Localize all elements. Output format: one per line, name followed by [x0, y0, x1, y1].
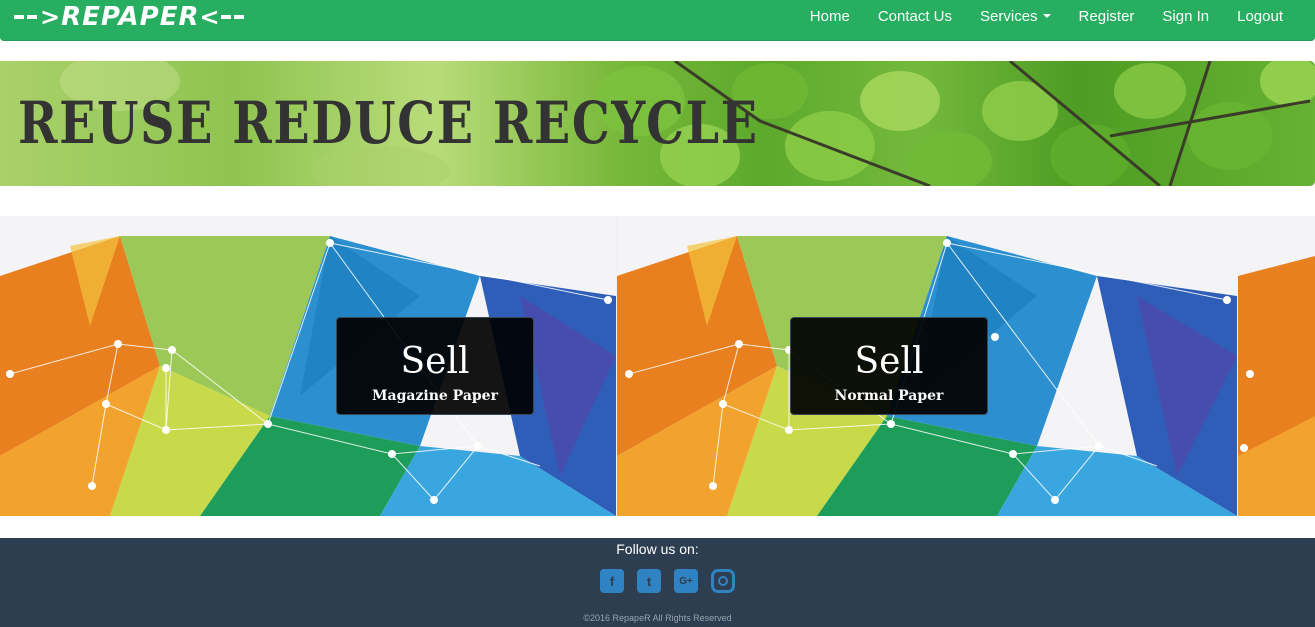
brand-name: REPAPER [61, 2, 200, 32]
brand-logo[interactable]: > REPAPER < [14, 0, 247, 34]
logo-arrow: > [40, 3, 62, 31]
copyright: ©2016 RepapeR All Rights Reserved [583, 613, 732, 623]
nav-signin[interactable]: Sign In [1148, 8, 1223, 25]
sell-title: Sell [400, 341, 470, 382]
banner-title: REUSE REDUCE RECYCLE [18, 89, 759, 157]
logo-dash [14, 15, 24, 19]
google-plus-icon[interactable]: G+ [674, 569, 698, 593]
nav-logout[interactable]: Logout [1223, 8, 1315, 25]
instagram-icon[interactable] [711, 569, 735, 593]
sell-title: Sell [854, 341, 924, 382]
twitter-icon[interactable]: t [637, 569, 661, 593]
poly-art-background [1238, 216, 1315, 516]
logo-arrow: < [199, 3, 221, 31]
nav-services-label: Services [980, 7, 1038, 25]
nav-contact[interactable]: Contact Us [864, 8, 966, 25]
logo-dash [233, 15, 244, 19]
follow-label: Follow us on: [616, 541, 699, 557]
main-nav: Home Contact Us Services Register Sign I… [796, 0, 1315, 32]
footer: Follow us on: f t G+ ©2016 RepapeR All R… [0, 538, 1315, 627]
navbar: > REPAPER < Home Contact Us Services Reg… [0, 0, 1315, 41]
sell-subtitle: Normal Paper [834, 388, 944, 404]
services-panels: Sell Magazine Paper Sell Normal Paper [0, 216, 1315, 516]
instagram-ring [718, 576, 728, 586]
sell-normal-paper-card[interactable]: Sell Normal Paper [790, 317, 988, 415]
facebook-icon[interactable]: f [600, 569, 624, 593]
hero-banner: REUSE REDUCE RECYCLE [0, 61, 1315, 186]
sell-magazine-paper-card[interactable]: Sell Magazine Paper [336, 317, 534, 415]
nav-home[interactable]: Home [796, 8, 864, 25]
nav-register[interactable]: Register [1065, 8, 1149, 25]
sell-subtitle: Magazine Paper [372, 388, 498, 404]
logo-dash [27, 15, 37, 19]
nav-services[interactable]: Services [966, 8, 1065, 25]
logo-dash [220, 15, 231, 19]
social-links: f t G+ [600, 569, 735, 593]
caret-down-icon [1042, 14, 1051, 18]
